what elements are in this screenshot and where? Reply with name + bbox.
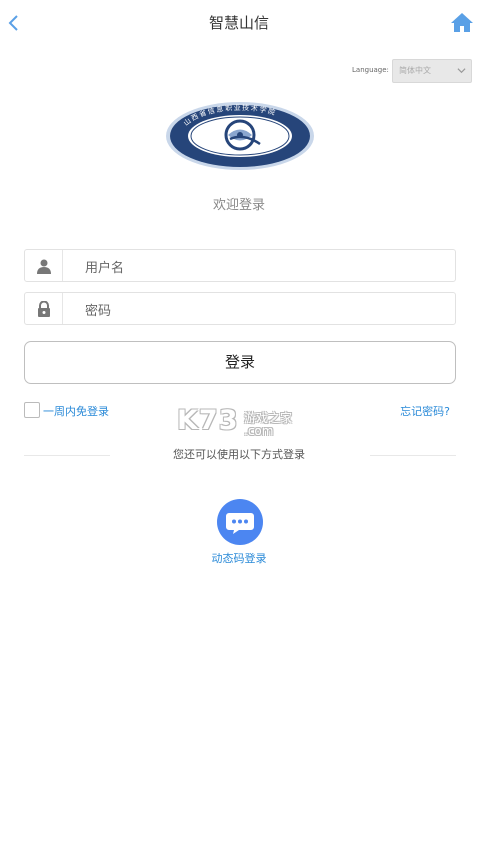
remember-checkbox[interactable] — [24, 402, 40, 418]
lock-icon — [25, 293, 63, 324]
forgot-password-link[interactable]: 忘记密码? — [400, 403, 450, 419]
login-button[interactable]: 登录 — [24, 341, 456, 384]
watermark-logo: K73 — [177, 405, 239, 436]
sms-login-button[interactable] — [217, 499, 263, 545]
page-title: 智慧山信 — [208, 14, 269, 32]
language-select[interactable]: 简体中文 — [392, 59, 472, 83]
language-selected-value: 简体中文 — [399, 66, 431, 75]
password-field[interactable]: 密码 — [24, 292, 456, 325]
home-icon[interactable] — [450, 11, 474, 33]
chat-bubble-icon — [226, 513, 254, 534]
user-icon — [25, 250, 63, 281]
password-placeholder: 密码 — [85, 304, 112, 319]
language-label: Language: — [352, 66, 389, 74]
username-placeholder: 用户名 — [85, 261, 125, 276]
alt-login-title: 您还可以使用以下方式登录 — [173, 448, 305, 461]
sms-login-label[interactable]: 动态码登录 — [0, 550, 478, 566]
chevron-down-icon — [457, 68, 466, 74]
school-logo: 山西省信息职业技术学院 — [166, 102, 314, 170]
watermark-domain: .com — [244, 424, 274, 438]
welcome-text: 欢迎登录 — [212, 198, 265, 213]
remember-label[interactable]: 一周内免登录 — [43, 403, 109, 419]
username-field[interactable]: 用户名 — [24, 249, 456, 282]
